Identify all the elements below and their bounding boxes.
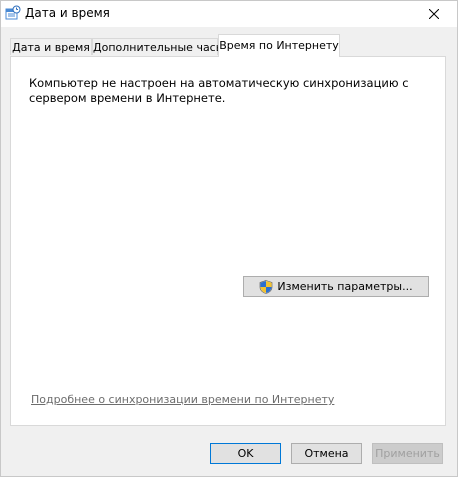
tab-additional-clocks[interactable]: Дополнительные часы	[92, 38, 224, 55]
tab-label: Дата и время	[12, 41, 90, 54]
tab-label: Время по Интернету	[219, 39, 339, 52]
internet-time-panel: Компьютер не настроен на автоматическую …	[10, 56, 446, 426]
window-title: Дата и время	[25, 6, 110, 20]
close-button[interactable]	[411, 1, 457, 27]
uac-shield-icon	[259, 279, 273, 294]
internet-time-help-link[interactable]: Подробнее о синхронизации времени по Инт…	[31, 393, 334, 406]
cancel-button[interactable]: Отмена	[291, 443, 362, 464]
clock-calendar-icon	[5, 5, 21, 21]
change-settings-button[interactable]: Изменить параметры...	[243, 276, 429, 297]
date-time-dialog: Дата и время Дата и время Дополнительные…	[0, 0, 458, 477]
tab-date-time[interactable]: Дата и время	[10, 38, 92, 55]
cancel-label: Отмена	[304, 447, 349, 460]
tab-label: Дополнительные часы	[93, 41, 225, 54]
apply-label: Применить	[375, 447, 440, 460]
title-bar: Дата и время	[1, 1, 457, 27]
apply-button[interactable]: Применить	[372, 443, 443, 464]
tab-internet-time[interactable]: Время по Интернету	[218, 34, 340, 57]
ok-label: OK	[237, 447, 254, 460]
sync-status-message: Компьютер не настроен на автоматическую …	[29, 76, 409, 105]
ok-button[interactable]: OK	[210, 443, 281, 464]
close-icon	[429, 9, 439, 19]
change-settings-label: Изменить параметры...	[277, 280, 413, 293]
